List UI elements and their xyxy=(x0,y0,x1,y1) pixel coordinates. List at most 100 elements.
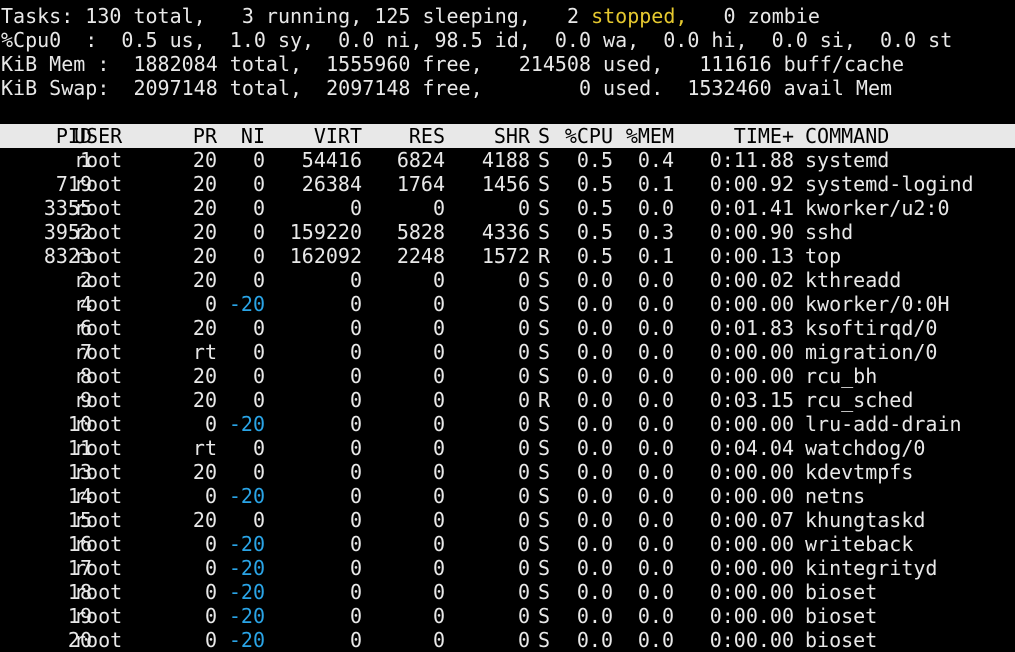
cell-command: rcu_bh xyxy=(805,364,878,388)
cell-res: 0 xyxy=(432,364,445,388)
cell-cpu: 0.0 xyxy=(576,628,613,652)
cell-ni: -20 xyxy=(228,532,265,556)
header-command[interactable]: COMMAND xyxy=(805,124,1015,148)
cell-ni: 0 xyxy=(252,244,265,268)
header-pr[interactable]: PR xyxy=(170,124,217,148)
header-s[interactable]: S xyxy=(538,124,552,148)
cell-res: 0 xyxy=(432,556,445,580)
cell-command: kintegrityd xyxy=(805,556,938,580)
table-row[interactable]: 17 root 0 -20 0 0 0 S 0.0 0.0 0:00.00 ki… xyxy=(0,556,1015,580)
table-row[interactable]: 11 root rt 0 0 0 0 S 0.0 0.0 0:04.04 wat… xyxy=(0,436,1015,460)
cell-ni: 0 xyxy=(252,268,265,292)
table-row[interactable]: 1 root 20 0 54416 6824 4188 S 0.5 0.4 0:… xyxy=(0,148,1015,172)
cell-state: R xyxy=(538,244,551,268)
cell-cpu: 0.0 xyxy=(576,604,613,628)
cell-pr: 0 xyxy=(204,484,217,508)
table-row[interactable]: 719 root 20 0 26384 1764 1456 S 0.5 0.1 … xyxy=(0,172,1015,196)
table-row[interactable]: 10 root 0 -20 0 0 0 S 0.0 0.0 0:00.00 lr… xyxy=(0,412,1015,436)
header-res[interactable]: RES xyxy=(360,124,445,148)
cell-cpu: 0.5 xyxy=(576,244,613,268)
cell-ni: 0 xyxy=(252,196,265,220)
header-shr[interactable]: SHR xyxy=(440,124,530,148)
cell-pr: 0 xyxy=(204,292,217,316)
cell-ni: 0 xyxy=(252,388,265,412)
cell-res: 0 xyxy=(432,580,445,604)
cell-virt: 54416 xyxy=(301,148,362,172)
cell-user: root xyxy=(74,436,123,460)
tasks-sleeping: 125 sleeping, xyxy=(374,4,531,28)
cell-shr: 0 xyxy=(517,436,530,460)
cell-pr: 0 xyxy=(204,628,217,652)
process-table-body: 1 root 20 0 54416 6824 4188 S 0.5 0.4 0:… xyxy=(0,148,1015,652)
table-row[interactable]: 8 root 20 0 0 0 0 S 0.0 0.0 0:00.00 rcu_… xyxy=(0,364,1015,388)
cell-cpu: 0.0 xyxy=(576,580,613,604)
cell-state: S xyxy=(538,148,551,172)
cell-time: 0:00.00 xyxy=(709,580,794,604)
table-row[interactable]: 16 root 0 -20 0 0 0 S 0.0 0.0 0:00.00 wr… xyxy=(0,532,1015,556)
header-mem[interactable]: %MEM xyxy=(620,124,674,148)
cell-command: bioset xyxy=(805,628,878,652)
cell-shr: 0 xyxy=(517,412,530,436)
table-row[interactable]: 8323 root 20 0 162092 2248 1572 R 0.5 0.… xyxy=(0,244,1015,268)
cell-res: 0 xyxy=(432,604,445,628)
cell-user: root xyxy=(74,628,123,652)
cell-virt: 0 xyxy=(349,556,362,580)
cell-time: 0:01.83 xyxy=(709,316,794,340)
table-row[interactable]: 18 root 0 -20 0 0 0 S 0.0 0.0 0:00.00 bi… xyxy=(0,580,1015,604)
table-row[interactable]: 14 root 0 -20 0 0 0 S 0.0 0.0 0:00.00 ne… xyxy=(0,484,1015,508)
table-row[interactable]: 13 root 20 0 0 0 0 S 0.0 0.0 0:00.00 kde… xyxy=(0,460,1015,484)
cell-cpu: 0.0 xyxy=(576,412,613,436)
cell-virt: 159220 xyxy=(289,220,362,244)
table-row[interactable]: 2 root 20 0 0 0 0 S 0.0 0.0 0:00.02 kthr… xyxy=(0,268,1015,292)
table-row[interactable]: 9 root 20 0 0 0 0 R 0.0 0.0 0:03.15 rcu_… xyxy=(0,388,1015,412)
top-summary: Tasks: 130 total, 3 running, 125 sleepin… xyxy=(1,4,952,100)
cell-state: S xyxy=(538,628,551,652)
cell-shr: 1572 xyxy=(481,244,530,268)
cell-command: watchdog/0 xyxy=(805,436,926,460)
header-virt[interactable]: VIRT xyxy=(270,124,362,148)
cell-command: rcu_sched xyxy=(805,388,914,412)
cell-time: 0:00.00 xyxy=(709,412,794,436)
table-row[interactable]: 3355 root 20 0 0 0 0 S 0.5 0.0 0:01.41 k… xyxy=(0,196,1015,220)
table-row[interactable]: 15 root 20 0 0 0 0 S 0.0 0.0 0:00.07 khu… xyxy=(0,508,1015,532)
cell-virt: 0 xyxy=(349,412,362,436)
table-row[interactable]: 20 root 0 -20 0 0 0 S 0.0 0.0 0:00.00 bi… xyxy=(0,628,1015,652)
cell-pr: 20 xyxy=(192,508,217,532)
header-ni[interactable]: NI xyxy=(220,124,265,148)
cell-res: 0 xyxy=(432,436,445,460)
cell-mem: 0.0 xyxy=(637,436,674,460)
cell-state: R xyxy=(538,388,551,412)
cell-state: S xyxy=(538,532,551,556)
table-row[interactable]: 7 root rt 0 0 0 0 S 0.0 0.0 0:00.00 migr… xyxy=(0,340,1015,364)
header-time[interactable]: TIME+ xyxy=(680,124,794,148)
cell-shr: 0 xyxy=(517,580,530,604)
cell-command: bioset xyxy=(805,580,878,604)
cell-mem: 0.0 xyxy=(637,556,674,580)
cell-ni: 0 xyxy=(252,340,265,364)
cell-shr: 0 xyxy=(517,604,530,628)
cell-virt: 0 xyxy=(349,460,362,484)
header-cpu[interactable]: %CPU xyxy=(560,124,613,148)
cell-state: S xyxy=(538,196,551,220)
cell-virt: 0 xyxy=(349,628,362,652)
cell-user: root xyxy=(74,196,123,220)
cell-state: S xyxy=(538,604,551,628)
cell-time: 0:00.00 xyxy=(709,460,794,484)
header-user[interactable]: USER xyxy=(74,124,184,148)
table-row[interactable]: 19 root 0 -20 0 0 0 S 0.0 0.0 0:00.00 bi… xyxy=(0,604,1015,628)
cell-pr: 0 xyxy=(204,556,217,580)
cell-time: 0:00.00 xyxy=(709,604,794,628)
cell-time: 0:00.00 xyxy=(709,364,794,388)
cell-mem: 0.0 xyxy=(637,340,674,364)
table-row[interactable]: 3952 root 20 0 159220 5828 4336 S 0.5 0.… xyxy=(0,220,1015,244)
cell-state: S xyxy=(538,172,551,196)
cell-virt: 0 xyxy=(349,340,362,364)
cell-ni: 0 xyxy=(252,460,265,484)
table-row[interactable]: 6 root 20 0 0 0 0 S 0.0 0.0 0:01.83 ksof… xyxy=(0,316,1015,340)
table-row[interactable]: 4 root 0 -20 0 0 0 S 0.0 0.0 0:00.00 kwo… xyxy=(0,292,1015,316)
cell-mem: 0.0 xyxy=(637,604,674,628)
cell-user: root xyxy=(74,148,123,172)
cell-pr: 20 xyxy=(192,388,217,412)
cell-shr: 0 xyxy=(517,340,530,364)
cell-time: 0:00.90 xyxy=(709,220,794,244)
